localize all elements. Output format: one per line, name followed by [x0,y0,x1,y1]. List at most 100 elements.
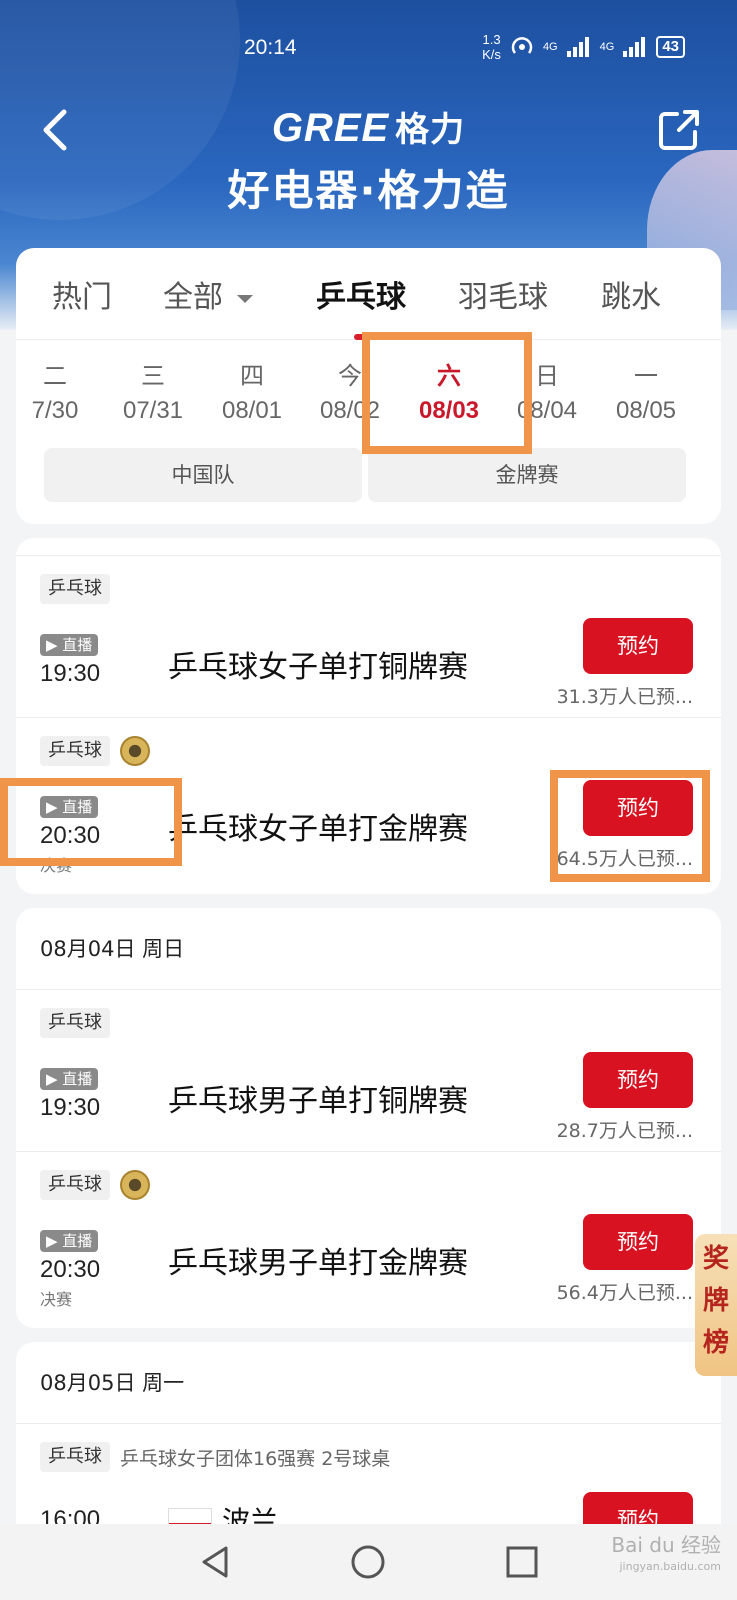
event-stage: 决赛 [40,856,73,875]
day-week: 一 [634,362,658,390]
event-tags: 乒乓球 [40,574,110,604]
day-date: 08/01 [221,397,283,424]
filter-china-team[interactable]: 中国队 [44,448,362,502]
category-tabs: 热门 全部 乒乓球 羽毛球 跳水 [16,248,721,340]
event-time: 19:30 [40,660,101,687]
day-week: 六 [437,362,461,390]
event-row[interactable]: 乒乓球 ▶ 直播 20:30 决赛 乒乓球男子单打金牌赛 预约 56.4万人已预… [16,1152,721,1314]
filter-card: 热门 全部 乒乓球 羽毛球 跳水 二 7/30 三 07/31 四 08/01 今 08… [16,248,721,524]
day-date: 7/30 [31,397,79,424]
hotspot-icon [511,37,533,54]
day-item[interactable]: 四 08/01 [207,356,297,425]
event-title: 乒乓球男子单打铜牌赛 [168,1084,468,1119]
schedule-card-0805: 08月05日 周一 乒乓球 乒乓球女子团体16强赛 2号球桌 16:00 波兰 … [16,1342,721,1542]
watermark: Bai du 经验 jingyan.baidu.com [611,1534,721,1578]
live-badge: ▶ 直播 [40,796,99,818]
medal-tab-char: 奖 [702,1244,729,1274]
event-time: 19:30 [40,1094,101,1121]
active-tab-indicator [354,334,382,340]
event-row[interactable]: 乒乓球 ▶ 直播 20:30 决赛 乒乓球女子单打金牌赛 预约 64.5万人已预… [16,718,721,880]
share-icon[interactable] [655,106,703,154]
filter-chips: 中国队 金牌赛 [44,448,694,504]
date-header: 08月04日 周日 [16,908,721,990]
card-divider [16,538,721,556]
filter-gold-medal[interactable]: 金牌赛 [368,448,686,502]
signal-label-2: 4G [599,41,615,53]
sport-tag: 乒乓球 [40,574,110,604]
reserve-button[interactable]: 预约 [583,780,693,836]
battery-icon: 43 [656,36,685,58]
live-badge: ▶ 直播 [40,1068,99,1090]
event-title: 乒乓球女子单打金牌赛 [168,812,468,847]
event-title: 乒乓球男子单打金牌赛 [168,1246,468,1281]
gree-logo: GREE 格力 [0,102,737,151]
day-week: 日 [535,362,559,390]
date-header: 08月05日 周一 [16,1342,721,1424]
network-speed-unit: K/s [482,47,501,62]
day-date: 08/03 [418,397,480,424]
tab-table-tennis[interactable]: 乒乓球 [316,272,406,316]
day-item[interactable]: 一 08/05 [601,356,691,425]
medal-ranking-tab[interactable]: 奖 牌 榜 [695,1234,737,1376]
reservation-count: 64.5万人已预... [556,848,693,870]
tab-hot[interactable]: 热门 [52,272,112,316]
tab-diving[interactable]: 跳水 [601,272,661,316]
day-item[interactable]: 日 08/04 [502,356,592,425]
reserve-button[interactable]: 预约 [583,618,693,674]
reservation-count: 56.4万人已预... [556,1282,693,1304]
day-week: 今 [338,362,362,390]
tab-all-label: 全部 [163,280,223,315]
reservation-count: 28.7万人已预... [556,1120,693,1142]
day-date: 08/05 [615,397,677,424]
brand-slogan: 好电器·格力造 [227,166,510,215]
day-date: 07/31 [122,397,184,424]
signal-label-1: 4G [542,41,558,53]
day-item[interactable]: 今 08/02 [305,356,395,425]
tab-all[interactable]: 全部 [163,272,253,316]
reservation-count: 31.3万人已预... [556,686,693,708]
status-bar: 20:14 1.3 K/s 4G 4G 43 [0,30,737,70]
gold-medal-icon [120,1170,150,1200]
medal-tab-char: 牌 [702,1286,729,1316]
system-nav-bar: Bai du 经验 jingyan.baidu.com [0,1524,737,1600]
day-week: 二 [43,362,67,390]
day-item-selected[interactable]: 六 08/03 [404,356,494,425]
day-week: 三 [141,362,165,390]
network-speed: 1.3 K/s [482,32,501,62]
status-time: 20:14 [244,36,297,59]
nav-recents-icon[interactable] [502,1542,542,1582]
event-tags: 乒乓球 乒乓球女子团体16强赛 2号球桌 [40,1442,390,1472]
network-speed-value: 1.3 [482,32,501,47]
event-tags: 乒乓球 [40,736,150,766]
brand-name: GREE [271,106,390,150]
sport-tag: 乒乓球 [40,1170,110,1200]
day-date: 08/04 [516,397,578,424]
signal-icon [623,37,646,57]
sport-tag: 乒乓球 [40,1442,110,1472]
medal-tab-char: 榜 [702,1328,729,1358]
sport-tag: 乒乓球 [40,1008,110,1038]
event-row[interactable]: 乒乓球 ▶ 直播 19:30 乒乓球男子单打铜牌赛 预约 28.7万人已预... [16,990,721,1152]
brand-block: GREE 格力 好电器·格力造 [0,102,737,218]
nav-back-icon[interactable] [196,1542,236,1582]
nav-home-icon[interactable] [348,1542,388,1582]
live-badge: ▶ 直播 [40,634,99,656]
day-item[interactable]: 二 7/30 [10,356,100,425]
event-time: 20:30 [40,822,101,849]
event-tags: 乒乓球 [40,1008,110,1038]
tab-badminton[interactable]: 羽毛球 [458,272,548,316]
reserve-button[interactable]: 预约 [583,1214,693,1270]
watermark-sub: jingyan.baidu.com [619,1560,721,1573]
day-date: 08/02 [319,397,381,424]
signal-icon [566,37,589,57]
watermark-main: Bai du 经验 [611,1533,721,1557]
event-time: 20:30 [40,1256,101,1283]
event-row[interactable]: 乒乓球 ▶ 直播 19:30 乒乓球女子单打铜牌赛 预约 31.3万人已预... [16,556,721,718]
day-week: 四 [240,362,264,390]
day-item[interactable]: 三 07/31 [108,356,198,425]
chevron-down-icon [237,294,253,303]
sport-tag: 乒乓球 [40,736,110,766]
reserve-button[interactable]: 预约 [583,1052,693,1108]
schedule-card-0804: 08月04日 周日 乒乓球 ▶ 直播 19:30 乒乓球男子单打铜牌赛 预约 2… [16,908,721,1328]
gold-medal-icon [120,736,150,766]
